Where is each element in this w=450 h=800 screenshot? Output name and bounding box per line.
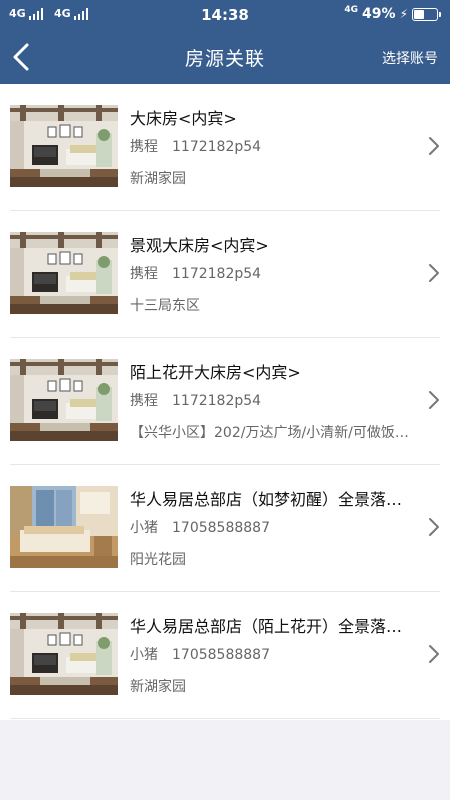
room-photo-image [10,105,118,187]
battery-fill [414,9,424,19]
listing-address: 新湖家园 [130,679,186,695]
listing-meta: 携程 1172182p54 [130,263,261,283]
chevron-right-icon[interactable] [428,136,440,156]
room-photo-image [10,613,118,695]
listing-thumbnail [10,613,118,695]
listing-address: 阳光花园 [130,552,186,568]
listing-title: 大床房<内宾> [130,109,237,128]
listing-row[interactable]: 华人易居总部店（如梦初醒）全景落… 小猪 17058588887 阳光花园 [0,465,450,592]
room-photo-image [10,486,118,568]
listing-row[interactable]: 大床房<内宾> 携程 1172182p54 新湖家园 [0,84,450,211]
listing-row[interactable]: 景观大床房<内宾> 携程 1172182p54 十三局东区 [0,211,450,338]
listing-code: 1172182p54 [172,266,262,282]
listing-code: 17058588887 [172,520,270,536]
listing-row[interactable]: 华人易居总部店（陌上花开）全景落… 小猪 17058588887 新湖家园 [0,592,450,719]
room-photo-image [10,359,118,441]
listing-code: 1172182p54 [172,139,262,155]
listing-row[interactable]: 陌上花开大床房<内宾> 携程 1172182p54 【兴华小区】202/万达广场/小清… [0,338,450,465]
listing-list: 大床房<内宾> 携程 1172182p54 新湖家园 景观大床房<内宾> 携程 117218… [0,84,450,720]
chevron-right-icon[interactable] [428,644,440,664]
listing-source: 小猪 [130,647,158,663]
room-photo-image [10,232,118,314]
row-divider [10,718,440,719]
app-header: 4G 4G 14:38 4G 49% ⚡ 房源关联 选择账号 [0,0,450,84]
listing-thumbnail [10,232,118,314]
listing-address: 【兴华小区】202/万达广场/小清新/可做饭… [130,425,409,441]
listing-thumbnail [10,105,118,187]
navigation-bar: 房源关联 选择账号 [0,30,450,84]
listing-source: 携程 [130,393,158,409]
battery-icon [412,7,441,21]
listing-meta: 携程 1172182p54 [130,390,261,410]
listing-title: 景观大床房<内宾> [130,236,269,255]
listing-code: 17058588887 [172,647,270,663]
listing-meta: 携程 1172182p54 [130,136,261,156]
status-bar: 4G 4G 14:38 4G 49% ⚡ [0,0,450,30]
chevron-right-icon[interactable] [428,390,440,410]
listing-title: 华人易居总部店（陌上花开）全景落… [130,617,403,636]
charging-icon: ⚡ [399,7,408,21]
listing-code: 1172182p54 [172,393,262,409]
battery-percent: 49% [362,6,396,22]
listing-source: 携程 [130,266,158,282]
chevron-right-icon[interactable] [428,517,440,537]
status-right: 4G 49% ⚡ [344,5,441,22]
listing-source: 小猪 [130,520,158,536]
listing-thumbnail [10,486,118,568]
listing-address: 新湖家园 [130,171,186,187]
chevron-right-icon[interactable] [428,263,440,283]
network-type: 4G [344,5,359,15]
listing-address: 十三局东区 [130,298,200,314]
listing-source: 携程 [130,139,158,155]
listing-meta: 小猪 17058588887 [130,517,270,537]
listing-thumbnail [10,359,118,441]
listing-title: 华人易居总部店（如梦初醒）全景落… [130,490,403,509]
listing-meta: 小猪 17058588887 [130,644,270,664]
listing-title: 陌上花开大床房<内宾> [130,363,301,382]
select-account-button[interactable]: 选择账号 [382,48,438,68]
